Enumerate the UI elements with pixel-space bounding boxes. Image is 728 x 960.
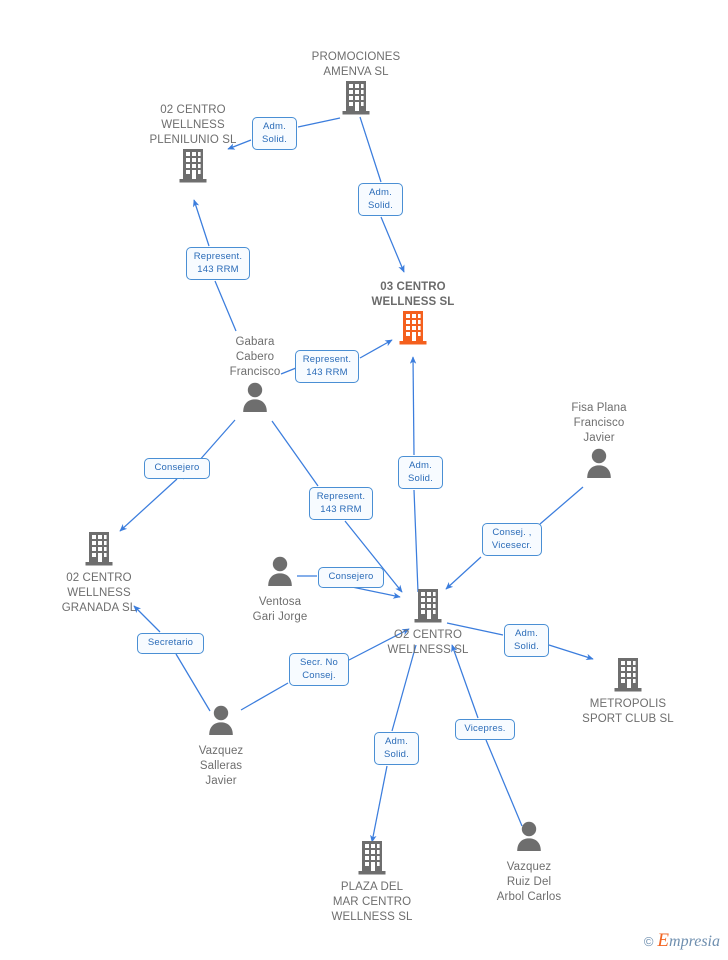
edge-gabara_cabero-to-rel_gabara_02 <box>271 420 319 487</box>
node-fisa_plana[interactable]: Fisa Plana Francisco Javier <box>524 401 674 487</box>
node-metropolis[interactable]: METROPOLIS SPORT CLUB SL <box>553 657 703 727</box>
edge-rel_gabara_plenilunio-to-plenilunio <box>193 199 210 247</box>
relationship-label-rel_amenva_plenilunio[interactable]: Adm. Solid. <box>252 117 297 150</box>
node-label-ventosa_gari: Ventosa Gari Jorge <box>252 596 308 623</box>
building-icon <box>118 148 268 188</box>
node-centro_wellness_02[interactable]: O2 CENTRO WELLNESS SL <box>353 588 503 658</box>
building-icon <box>353 588 503 628</box>
edge-rel_fisa_02-to-centro_wellness_02 <box>445 556 482 590</box>
node-label-promociones_amenva: PROMOCIONES AMENVA SL <box>311 51 401 78</box>
node-centro_wellness_03[interactable]: 03 CENTRO WELLNESS SL <box>338 280 488 350</box>
building-icon <box>281 80 431 120</box>
relationship-diagram: PROMOCIONES AMENVA SL 02 CENTRO WELLNESS … <box>0 0 728 960</box>
person-icon <box>146 704 296 744</box>
edge-rel_amenva_03-to-centro_wellness_03 <box>380 216 405 273</box>
relationship-label-rel_ventosa_02[interactable]: Consejero <box>318 567 384 588</box>
empresia-watermark: © Empresia <box>644 930 720 952</box>
node-ventosa_gari[interactable]: Ventosa Gari Jorge <box>205 555 355 626</box>
node-label-granada: 02 CENTRO WELLNESS GRANADA SL <box>61 572 137 614</box>
edge-vazquez_ruiz-to-rel_vazquezruiz_02 <box>485 739 523 827</box>
relationship-label-rel_gabara_02[interactable]: Represent. 143 RRM <box>309 487 373 520</box>
person-icon <box>454 820 604 860</box>
person-icon <box>524 447 674 487</box>
node-label-plenilunio: 02 CENTRO WELLNESS PLENILUNIO SL <box>149 104 237 146</box>
edge-rel_02_plaza-to-plaza_del_mar <box>370 765 388 843</box>
relationship-label-rel_02_plaza[interactable]: Adm. Solid. <box>374 732 419 765</box>
relationship-label-rel_02_03[interactable]: Adm. Solid. <box>398 456 443 489</box>
node-promociones_amenva[interactable]: PROMOCIONES AMENVA SL <box>281 50 431 120</box>
copyright-icon: © <box>643 933 654 949</box>
edge-fisa_plana-to-rel_fisa_02 <box>539 486 584 525</box>
node-label-vazquez_salleras: Vazquez Salleras Javier <box>198 745 244 787</box>
edge-vazquez_salleras-to-rel_vazquez_granada <box>175 653 211 712</box>
relationship-label-rel_gabara_03[interactable]: Represent. 143 RRM <box>295 350 359 383</box>
node-label-vazquez_ruiz: Vazquez Ruiz Del Arbol Carlos <box>496 861 562 903</box>
node-plaza_del_mar[interactable]: PLAZA DEL MAR CENTRO WELLNESS SL <box>297 840 447 925</box>
brand-name: Empresia <box>657 930 720 951</box>
relationship-label-rel_vazquez_granada[interactable]: Secretario <box>137 633 204 654</box>
relationship-label-rel_gabara_granada[interactable]: Consejero <box>144 458 210 479</box>
node-label-fisa_plana: Fisa Plana Francisco Javier <box>571 402 627 444</box>
node-plenilunio[interactable]: 02 CENTRO WELLNESS PLENILUNIO SL <box>118 103 268 188</box>
edge-promociones_amenva-to-rel_amenva_03 <box>359 116 382 183</box>
relationship-label-rel_02_metropolis[interactable]: Adm. Solid. <box>504 624 549 657</box>
node-granada[interactable]: 02 CENTRO WELLNESS GRANADA SL <box>24 531 174 616</box>
edge-gabara_cabero-to-rel_gabara_plenilunio <box>214 280 237 332</box>
edge-rel_gabara_granada-to-granada <box>119 478 178 532</box>
edge-rel_02_03-to-centro_wellness_03 <box>409 356 417 456</box>
node-label-centro_wellness_03: 03 CENTRO WELLNESS SL <box>371 281 455 308</box>
relationship-label-rel_gabara_plenilunio[interactable]: Represent. 143 RRM <box>186 247 250 280</box>
node-vazquez_salleras[interactable]: Vazquez Salleras Javier <box>146 704 296 790</box>
edge-centro_wellness_02-to-rel_02_03 <box>413 489 419 593</box>
relationship-label-rel_amenva_03[interactable]: Adm. Solid. <box>358 183 403 216</box>
person-icon <box>180 381 330 421</box>
building-icon <box>24 531 174 571</box>
building-icon <box>297 840 447 880</box>
building-icon-focus <box>338 310 488 350</box>
building-icon <box>553 657 703 697</box>
relationship-label-rel_fisa_02[interactable]: Consej. , Vicesecr. <box>482 523 542 556</box>
relationship-label-rel_vazquez_02[interactable]: Secr. No Consej. <box>289 653 349 686</box>
node-label-plaza_del_mar: PLAZA DEL MAR CENTRO WELLNESS SL <box>331 881 413 923</box>
relationship-label-rel_vazquezruiz_02[interactable]: Vicepres. <box>455 719 515 740</box>
node-label-centro_wellness_02: O2 CENTRO WELLNESS SL <box>387 629 469 656</box>
node-vazquez_ruiz[interactable]: Vazquez Ruiz Del Arbol Carlos <box>454 820 604 906</box>
node-label-metropolis: METROPOLIS SPORT CLUB SL <box>582 698 674 725</box>
